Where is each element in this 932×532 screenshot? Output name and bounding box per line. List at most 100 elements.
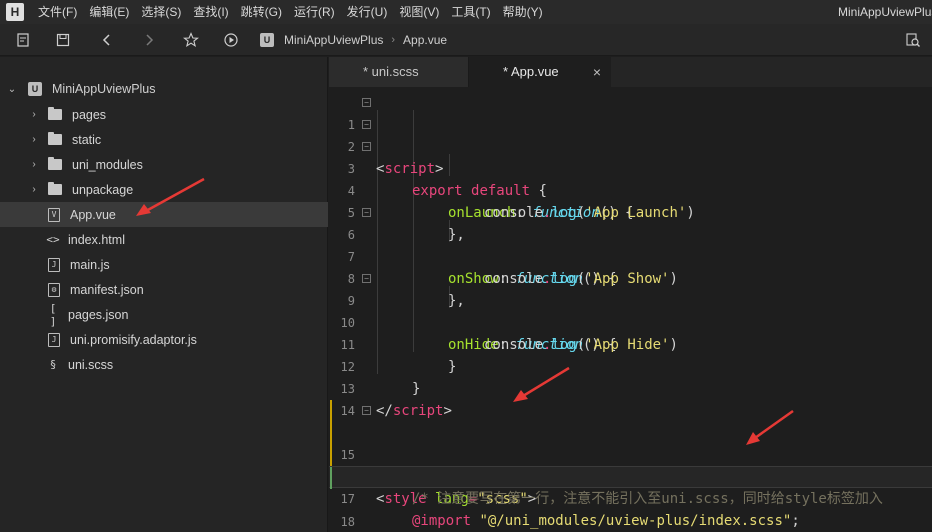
star-icon[interactable] (180, 29, 202, 51)
js-file-icon: J (48, 257, 60, 272)
code-line: 4 console.log('App Launch') (329, 158, 932, 221)
tree-item-manifest-json[interactable]: ⚙ manifest.json (0, 277, 328, 302)
save-icon[interactable] (52, 29, 74, 51)
menu-run[interactable]: 运行(R) (288, 0, 341, 24)
folder-icon (48, 132, 62, 145)
code-comment: /* 注意要写在第一行，注意不能引入至uni.scss，同时给style标签加入 (412, 491, 883, 507)
fold-icon[interactable]: − (362, 142, 371, 151)
scss-file-icon: § (49, 358, 57, 371)
vue-file-icon: V (48, 207, 60, 222)
back-icon[interactable] (96, 29, 118, 51)
modified-marker (330, 400, 332, 422)
tree-item-label: unpackage (72, 182, 134, 197)
fold-icon[interactable]: − (362, 274, 371, 283)
js-file-icon: J (48, 332, 60, 347)
code-line: 9 − onHide: function() { (329, 268, 932, 353)
menu-file[interactable]: 文件(F) (32, 0, 83, 24)
search-files-icon[interactable] (902, 29, 924, 51)
new-file-icon[interactable] (12, 29, 34, 51)
menu-tools[interactable]: 工具(T) (445, 0, 496, 24)
tree-root-label: MiniAppUviewPlus (52, 82, 156, 96)
chevron-right-icon[interactable]: › (28, 109, 40, 120)
chevron-right-icon: › (391, 33, 396, 46)
code-line: 11 } (329, 312, 932, 375)
annotation-arrow (746, 409, 794, 445)
tree-item-uni-scss[interactable]: § uni.scss (0, 352, 328, 377)
menu-publish[interactable]: 发行(U) (341, 0, 394, 24)
tree-item-label: main.js (70, 257, 110, 272)
tree-item-index-html[interactable]: <> index.html (0, 227, 328, 252)
breadcrumb-file[interactable]: App.vue (403, 33, 447, 47)
chevron-down-icon[interactable]: ⌄ (6, 84, 18, 95)
code-line: 7 console.log('App Show') (329, 224, 932, 287)
tree-item-label: index.html (68, 232, 125, 247)
tree-item-main-js[interactable]: J main.js (0, 252, 328, 277)
tree-item-label: static (72, 132, 102, 147)
menu-edit[interactable]: 编辑(E) (83, 0, 135, 24)
code-line: 13 </script> (329, 356, 932, 419)
code-line-current: 18 </style> (329, 466, 932, 529)
toolbar: U MiniAppUviewPlus › App.vue (0, 24, 932, 56)
tree-root[interactable]: ⌄ U MiniAppUviewPlus (0, 77, 328, 101)
code-token: "@/uni_modules/uview-plus/index.scss" (479, 513, 792, 529)
folder-icon (48, 182, 62, 195)
code-line: 14 (329, 378, 932, 418)
menu-find[interactable]: 查找(I) (187, 0, 234, 24)
tree-item-uni-promisify[interactable]: J uni.promisify.adaptor.js (0, 327, 328, 352)
line-number: 18 (340, 515, 355, 529)
close-icon[interactable]: × (593, 57, 601, 87)
tree-item-label: uni.scss (68, 357, 114, 372)
tab-label: * uni.scss (363, 64, 419, 79)
code-token: @import (412, 513, 472, 529)
fold-icon[interactable]: − (362, 98, 371, 107)
menu-view[interactable]: 视图(V) (393, 0, 445, 24)
tree-item-label: uni_modules (72, 157, 143, 172)
project-explorer: ⌄ U MiniAppUviewPlus › pages › static › … (0, 57, 328, 532)
project-logo-icon: U (260, 32, 274, 47)
tree-item-uni-modules[interactable]: › uni_modules (0, 152, 328, 177)
modified-marker (330, 422, 332, 444)
chevron-right-icon[interactable]: › (28, 184, 40, 195)
code-line: 15 − <style lang="scss"> (329, 400, 932, 507)
menu-bar: H 文件(F) 编辑(E) 选择(S) 查找(I) 跳转(G) 运行(R) 发行… (0, 0, 932, 24)
annotation-arrow (513, 366, 570, 402)
tab-app-vue[interactable]: * App.vue × (469, 57, 611, 87)
folder-icon (48, 107, 62, 120)
fold-icon[interactable]: − (362, 120, 371, 129)
manifest-file-icon: ⚙ (48, 282, 60, 297)
tree-item-static[interactable]: › static (0, 127, 328, 152)
forward-icon[interactable] (138, 29, 160, 51)
chevron-right-icon[interactable]: › (28, 134, 40, 145)
tree-item-label: manifest.json (70, 282, 144, 297)
tree-item-label: App.vue (70, 207, 116, 222)
menu-select[interactable]: 选择(S) (135, 0, 187, 24)
menu-help[interactable]: 帮助(Y) (497, 0, 549, 24)
tree-item-pages[interactable]: › pages (0, 102, 328, 127)
fold-icon[interactable]: − (362, 406, 371, 415)
window-title: MiniAppUviewPlus (838, 5, 932, 19)
breadcrumb: U MiniAppUviewPlus › App.vue (260, 32, 447, 47)
run-icon[interactable] (220, 29, 242, 51)
tab-label: * App.vue (503, 64, 559, 79)
tree-item-label: pages.json (68, 307, 129, 322)
menu-goto[interactable]: 跳转(G) (235, 0, 288, 24)
tab-uni-scss[interactable]: * uni.scss (329, 57, 469, 87)
tab-bar: * uni.scss * App.vue × (329, 57, 932, 87)
code-line: 16 /* 注意要写在第一行，注意不能引入至uni.scss，同时给style标… (329, 422, 932, 507)
code-token: ; (791, 513, 800, 529)
code-line: 10 console.log('App Hide') (329, 290, 932, 353)
json-file-icon: [ ] (49, 301, 57, 328)
annotation-arrow (136, 177, 205, 216)
modified-marker (330, 444, 332, 466)
code-line: 3 − onLaunch: function() { (329, 136, 932, 221)
tree-item-label: uni.promisify.adaptor.js (70, 332, 197, 347)
code-line: 8 }, (329, 246, 932, 309)
code-line: 6 − onShow: function() { (329, 202, 932, 287)
code-editor[interactable]: 1 − <script> 2 − export default { 3 − on… (329, 88, 932, 532)
chevron-right-icon[interactable]: › (28, 159, 40, 170)
code-line: 1 − <script> (329, 92, 932, 177)
tree-item-pages-json[interactable]: [ ] pages.json (0, 301, 328, 328)
fold-icon[interactable]: − (362, 208, 371, 217)
code-line: 12 } (329, 334, 932, 397)
breadcrumb-project[interactable]: MiniAppUviewPlus (284, 33, 383, 47)
